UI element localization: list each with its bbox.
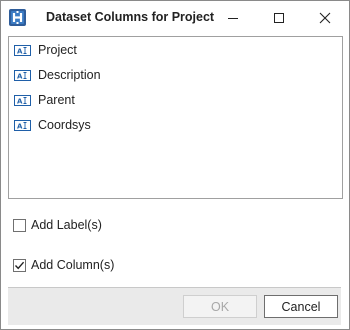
list-item-description[interactable]: A Description	[14, 65, 101, 85]
svg-text:A: A	[17, 47, 23, 55]
add-labels-option[interactable]: Add Label(s)	[13, 217, 102, 233]
list-item-label: Project	[38, 43, 77, 57]
ok-button[interactable]: OK	[183, 295, 257, 318]
add-columns-label: Add Column(s)	[31, 258, 115, 272]
text-field-icon: A	[14, 94, 31, 106]
svg-text:A: A	[17, 72, 23, 80]
title-bar: Dataset Columns for Project	[1, 1, 349, 35]
list-item-project[interactable]: A Project	[14, 40, 77, 60]
svg-text:A: A	[17, 122, 23, 130]
text-field-icon: A	[14, 69, 31, 81]
maximize-button[interactable]	[256, 1, 302, 35]
add-labels-label: Add Label(s)	[31, 218, 102, 232]
cancel-button[interactable]: Cancel	[264, 295, 338, 318]
add-columns-checkbox[interactable]	[13, 258, 26, 272]
list-item-label: Description	[38, 68, 101, 82]
window-title: Dataset Columns for Project	[46, 10, 215, 24]
list-item-label: Parent	[38, 93, 75, 107]
checkmark-icon	[14, 261, 25, 269]
list-item-label: Coordsys	[38, 118, 91, 132]
button-bar: OK Cancel	[8, 287, 341, 325]
text-field-icon: A	[14, 119, 31, 131]
minimize-button[interactable]	[210, 1, 256, 35]
list-item-coordsys[interactable]: A Coordsys	[14, 115, 91, 135]
add-columns-option[interactable]: Add Column(s)	[13, 257, 114, 273]
dialog-window: Dataset Columns for Project A Project A …	[0, 0, 350, 330]
svg-text:A: A	[17, 97, 23, 105]
app-logo-icon	[9, 9, 26, 26]
minimize-icon	[228, 18, 238, 19]
close-icon	[319, 12, 331, 24]
close-button[interactable]	[302, 1, 348, 35]
add-labels-checkbox[interactable]	[13, 218, 26, 232]
list-item-parent[interactable]: A Parent	[14, 90, 75, 110]
maximize-icon	[274, 13, 284, 23]
column-list[interactable]: A Project A Description A Parent A Coord…	[8, 36, 343, 199]
text-field-icon: A	[14, 44, 31, 56]
